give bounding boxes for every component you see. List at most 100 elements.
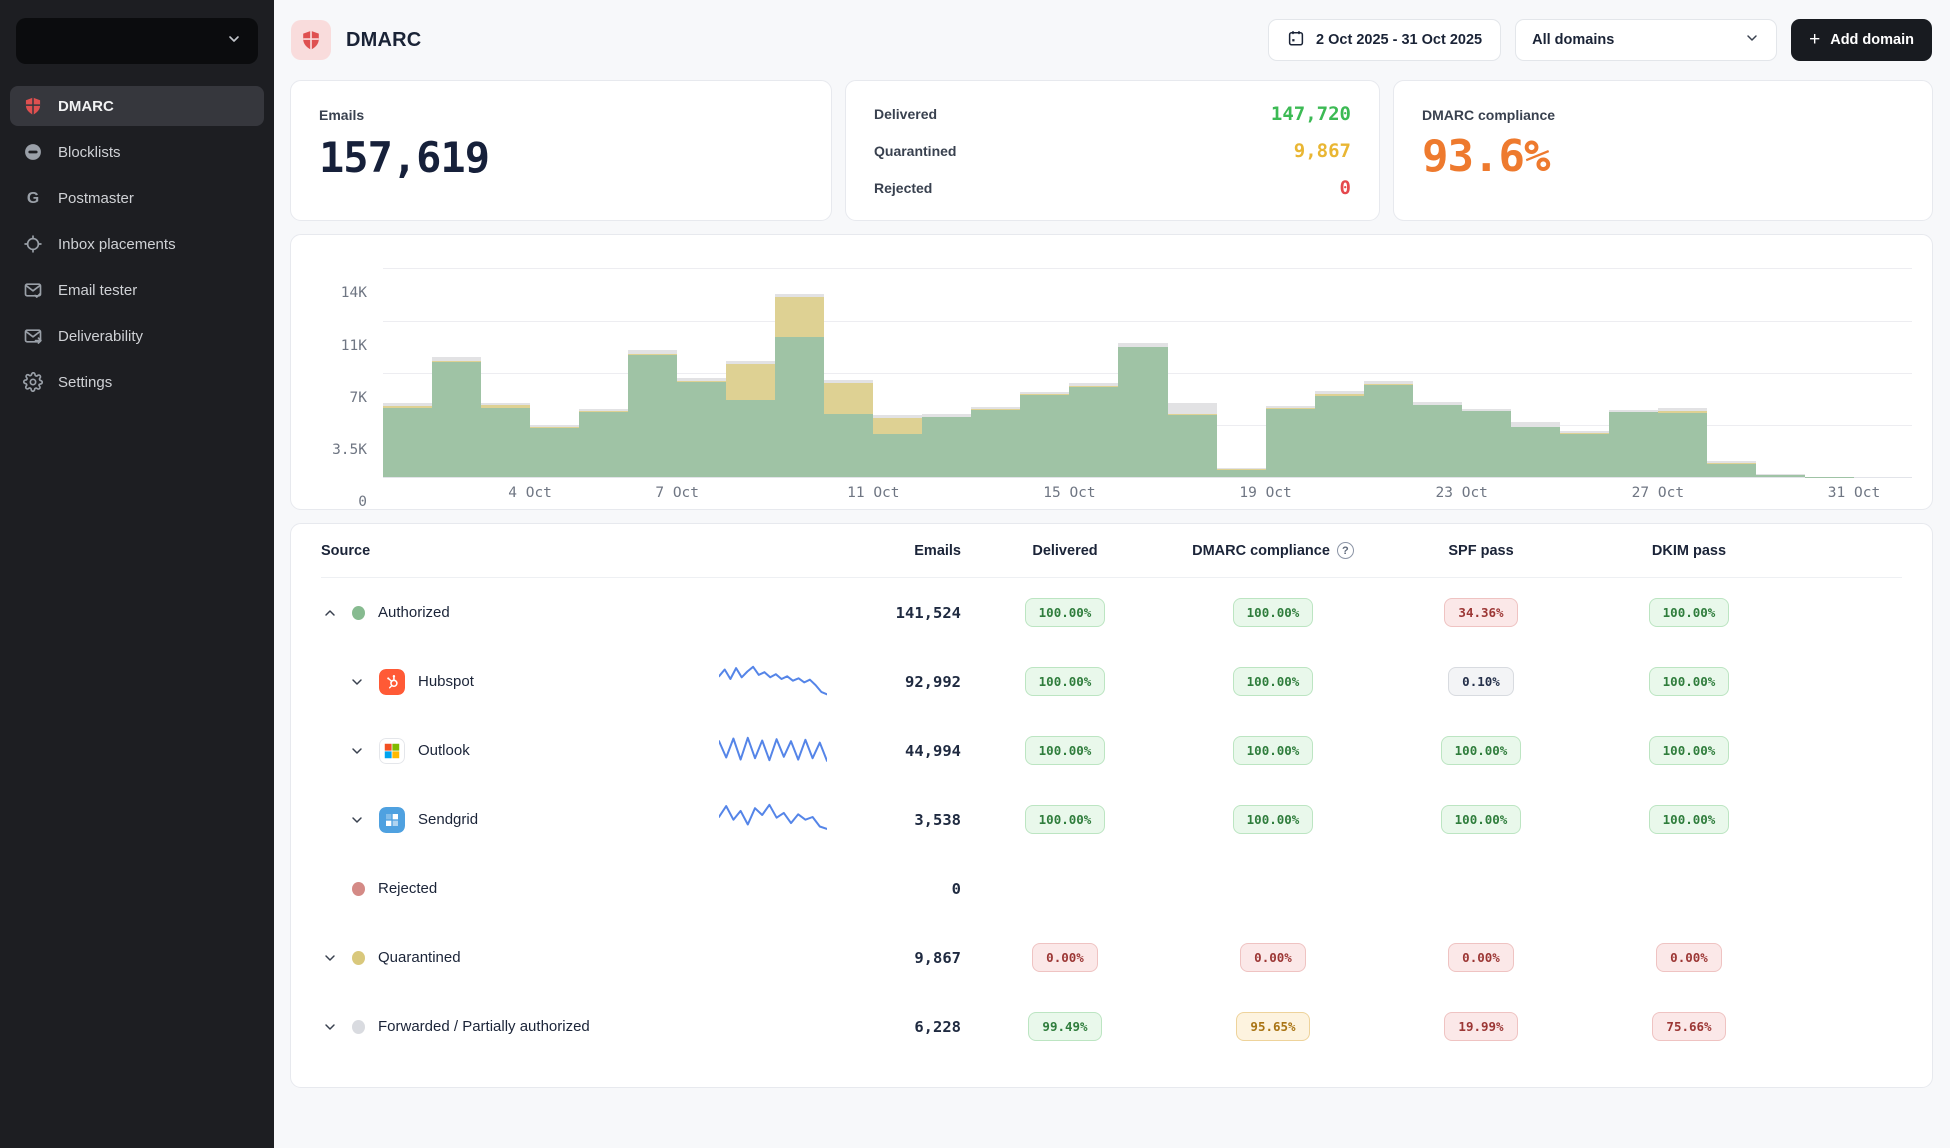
- x-axis-tick-label: 11 Oct: [847, 485, 899, 501]
- workspace-selector[interactable]: [16, 18, 258, 64]
- bar-6-oct[interactable]: [579, 255, 628, 477]
- chart-bars: [383, 255, 1854, 477]
- bar-segment-delivered: [1658, 413, 1707, 477]
- bar-7-oct[interactable]: [628, 255, 677, 477]
- bar-12-oct[interactable]: [873, 255, 922, 477]
- status-dot: [352, 882, 365, 896]
- outcome-label: Rejected: [874, 180, 932, 196]
- sidebar-item-settings[interactable]: Settings: [10, 362, 264, 402]
- bar-28-oct[interactable]: [1658, 255, 1707, 477]
- bar-4-oct[interactable]: [481, 255, 530, 477]
- outlook-logo-icon: [379, 738, 405, 764]
- sidebar-item-label: DMARC: [58, 98, 114, 115]
- bar-9-oct[interactable]: [726, 255, 775, 477]
- bar-11-oct[interactable]: [824, 255, 873, 477]
- expand-chevron-down-icon[interactable]: [348, 811, 366, 829]
- x-axis-tick-label: 19 Oct: [1239, 485, 1291, 501]
- x-axis-tick-label: 27 Oct: [1632, 485, 1684, 501]
- sidebar-item-inbox-placements[interactable]: Inbox placements: [10, 224, 264, 264]
- bar-segment-delivered: [1069, 387, 1118, 477]
- expand-chevron-up-icon[interactable]: [321, 604, 339, 622]
- bar-18-oct[interactable]: [1168, 255, 1217, 477]
- sidebar-item-postmaster[interactable]: GPostmaster: [10, 178, 264, 218]
- expand-chevron-down-icon[interactable]: [348, 742, 366, 760]
- help-icon[interactable]: ?: [1337, 542, 1354, 559]
- bar-2-oct[interactable]: [383, 255, 432, 477]
- expand-chevron-down-icon[interactable]: [321, 1018, 339, 1036]
- bar-segment-delivered: [628, 355, 677, 477]
- percent-badge: 0.00%: [1656, 943, 1722, 972]
- source-cell: Authorized: [321, 604, 671, 622]
- outcome-row-rejected: Rejected0: [874, 177, 1351, 199]
- col-header-emails: Emails: [914, 543, 961, 559]
- percent-badge: 0.00%: [1032, 943, 1098, 972]
- sidebar-item-blocklists[interactable]: Blocklists: [10, 132, 264, 172]
- bar-16-oct[interactable]: [1069, 255, 1118, 477]
- sidebar-item-dmarc[interactable]: DMARC: [10, 86, 264, 126]
- bar-31-oct[interactable]: [1805, 255, 1854, 477]
- sidebar-item-email-tester[interactable]: Email tester: [10, 270, 264, 310]
- bar-21-oct[interactable]: [1315, 255, 1364, 477]
- sidebar-item-label: Email tester: [58, 282, 137, 299]
- expand-chevron-down-icon[interactable]: [321, 949, 339, 967]
- stats-row: Emails 157,619 Delivered147,720Quarantin…: [290, 80, 1933, 221]
- mail-send-icon: [22, 325, 44, 347]
- bar-segment-delivered: [481, 408, 530, 477]
- add-domain-button[interactable]: + Add domain: [1791, 19, 1932, 61]
- bar-3-oct[interactable]: [432, 255, 481, 477]
- bar-15-oct[interactable]: [1020, 255, 1069, 477]
- sidebar-item-label: Settings: [58, 374, 112, 391]
- sidebar-item-label: Inbox placements: [58, 236, 176, 253]
- bar-5-oct[interactable]: [530, 255, 579, 477]
- bar-8-oct[interactable]: [677, 255, 726, 477]
- topbar: DMARC 2 Oct 2025 - 31 Oct 2025 All domai…: [290, 0, 1933, 80]
- percent-badge: 75.66%: [1652, 1012, 1725, 1041]
- bar-19-oct[interactable]: [1217, 255, 1266, 477]
- outcome-row-delivered: Delivered147,720: [874, 103, 1351, 125]
- page-title: DMARC: [346, 29, 421, 52]
- percent-badge: 100.00%: [1233, 598, 1314, 627]
- col-header-spf-pass: SPF pass: [1448, 543, 1513, 559]
- sidebar-item-deliverability[interactable]: Deliverability: [10, 316, 264, 356]
- percent-badge: 99.49%: [1028, 1012, 1101, 1041]
- source-cell: Forwarded / Partially authorized: [321, 1018, 671, 1036]
- bar-29-oct[interactable]: [1707, 255, 1756, 477]
- bar-30-oct[interactable]: [1756, 255, 1805, 477]
- outcome-label: Delivered: [874, 106, 937, 122]
- hubspot-logo-icon: [379, 669, 405, 695]
- bar-segment-delivered: [824, 414, 873, 477]
- sendgrid-logo-icon: [379, 807, 405, 833]
- bar-segment-delivered: [1168, 415, 1217, 477]
- bar-10-oct[interactable]: [775, 255, 824, 477]
- table-body: Authorized141,524100.00%100.00%34.36%100…: [321, 578, 1902, 1061]
- bar-27-oct[interactable]: [1609, 255, 1658, 477]
- bar-24-oct[interactable]: [1462, 255, 1511, 477]
- bar-segment-delivered: [1020, 395, 1069, 477]
- percent-badge: 100.00%: [1233, 805, 1314, 834]
- expand-chevron-down-icon[interactable]: [348, 673, 366, 691]
- sidebar: DMARC Blocklists GPostmaster Inbox placemen…: [0, 0, 274, 1148]
- bar-14-oct[interactable]: [971, 255, 1020, 477]
- sources-table-card: SourceEmailsDeliveredDMARC compliance?SP…: [290, 523, 1933, 1088]
- source-label: Outlook: [418, 742, 470, 759]
- percent-badge: 100.00%: [1025, 598, 1106, 627]
- sparkline-sendgrid: [671, 795, 827, 844]
- dmarc-shield-icon: [291, 20, 331, 60]
- bar-22-oct[interactable]: [1364, 255, 1413, 477]
- emails-value: 44,994: [905, 742, 961, 760]
- bar-segment-delivered: [922, 417, 971, 477]
- bar-20-oct[interactable]: [1266, 255, 1315, 477]
- bar-17-oct[interactable]: [1118, 255, 1167, 477]
- bar-25-oct[interactable]: [1511, 255, 1560, 477]
- bar-segment-delivered: [530, 428, 579, 477]
- bar-segment-quarantined: [824, 383, 873, 414]
- date-range-picker[interactable]: 2 Oct 2025 - 31 Oct 2025: [1268, 19, 1501, 61]
- bar-23-oct[interactable]: [1413, 255, 1462, 477]
- bar-segment-quarantined: [726, 364, 775, 401]
- bar-segment-quarantined: [775, 297, 824, 337]
- bar-segment-delivered: [873, 434, 922, 477]
- domain-filter-select[interactable]: All domains: [1515, 19, 1777, 61]
- bar-13-oct[interactable]: [922, 255, 971, 477]
- source-label: Authorized: [378, 604, 450, 621]
- bar-26-oct[interactable]: [1560, 255, 1609, 477]
